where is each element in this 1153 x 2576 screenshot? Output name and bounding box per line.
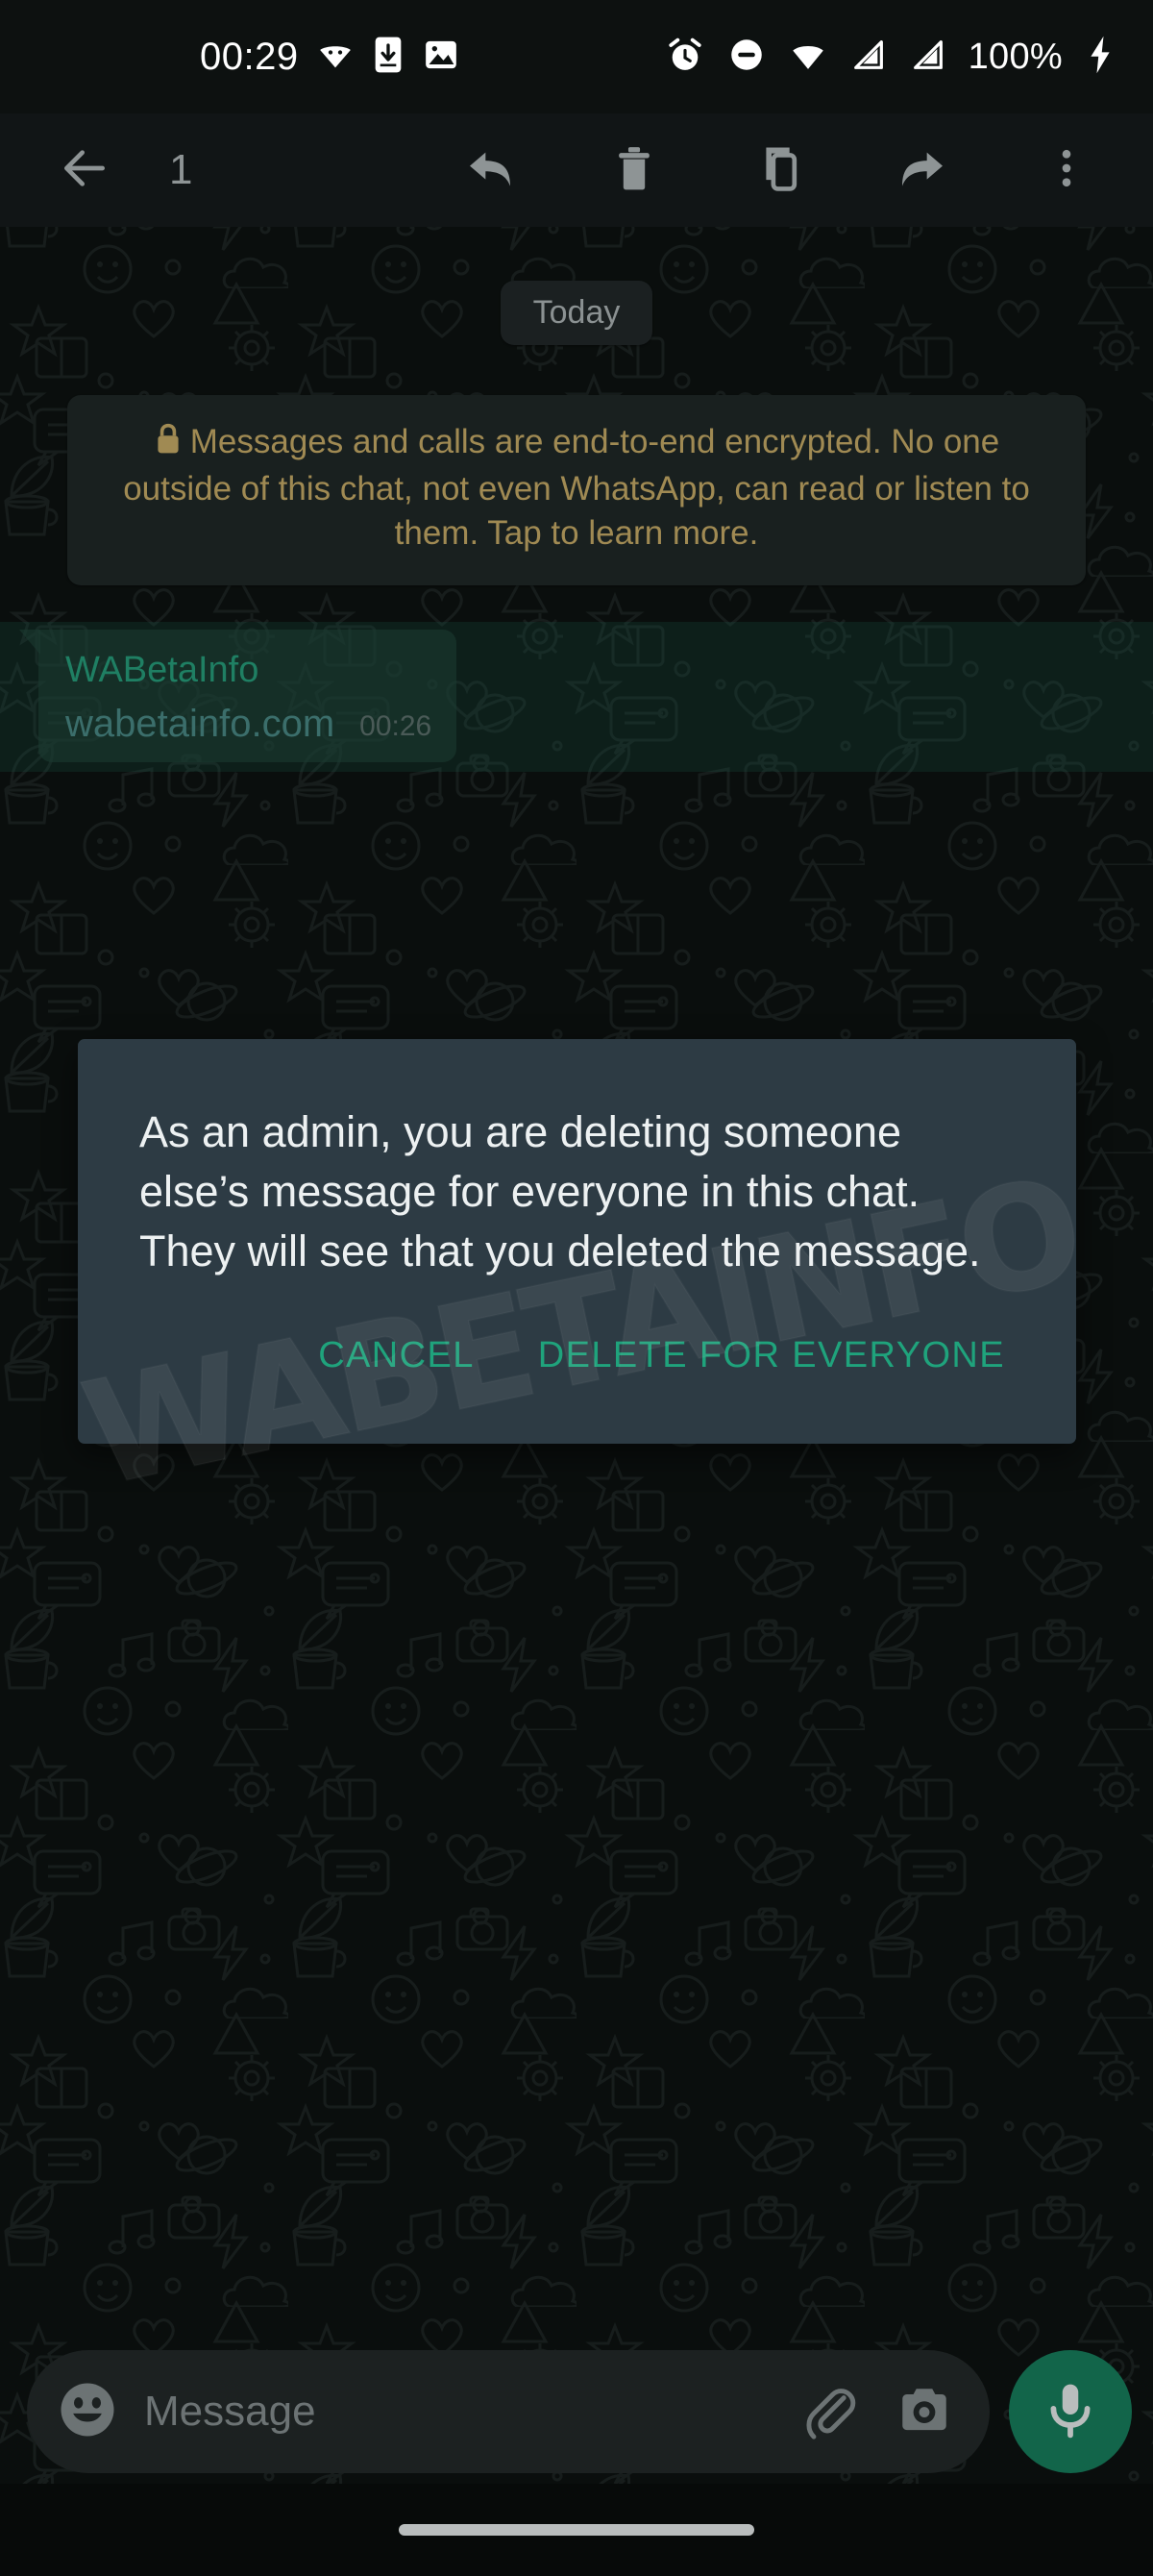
attach-button[interactable]	[794, 2375, 867, 2448]
delete-for-everyone-button[interactable]: DELETE FOR EVERYONE	[521, 1322, 1022, 1390]
selected-count-label: 1	[169, 146, 193, 193]
message-text[interactable]: wabetainfo.com	[65, 701, 334, 747]
phone-download-icon	[372, 36, 405, 79]
reply-arrow-icon	[463, 141, 517, 200]
forward-button[interactable]	[878, 126, 967, 214]
back-arrow-icon	[58, 141, 111, 200]
whatsapp-chat-screen: 00:29 100% 1 Today Messages and calls ar…	[0, 0, 1153, 2576]
encryption-notice[interactable]: Messages and calls are end-to-end encryp…	[67, 395, 1086, 585]
voice-record-button[interactable]	[1009, 2350, 1132, 2473]
day-divider-row: Today	[0, 281, 1153, 345]
emoji-smiley-icon	[56, 2378, 119, 2446]
more-vertical-icon	[1042, 143, 1092, 198]
camera-icon	[895, 2380, 954, 2444]
charging-bolt-icon	[1084, 35, 1116, 80]
gesture-home-pill[interactable]	[399, 2524, 754, 2536]
back-button[interactable]	[40, 126, 129, 214]
dialog-message: As an admin, you are deleting someone el…	[139, 1107, 981, 1276]
status-bar: 00:29 100%	[0, 0, 1153, 113]
message-composer	[0, 2340, 1153, 2484]
message-row-selected[interactable]: WABetaInfo wabetainfo.com 00:26	[0, 621, 1153, 773]
message-input[interactable]	[144, 2388, 773, 2436]
message-sender-name: WABetaInfo	[65, 649, 259, 690]
signal-sim1-icon	[849, 36, 888, 79]
message-content-line: wabetainfo.com 00:26	[65, 701, 431, 747]
encryption-notice-text: Messages and calls are end-to-end encryp…	[123, 423, 1030, 553]
reply-button[interactable]	[446, 126, 534, 214]
selection-action-bar: 1	[0, 113, 1153, 227]
android-wifi-debug-icon	[316, 36, 355, 79]
status-clock: 00:29	[200, 35, 299, 78]
wifi-icon	[788, 35, 828, 80]
forward-arrow-icon	[895, 141, 949, 200]
encryption-notice-row: Messages and calls are end-to-end encryp…	[0, 395, 1153, 585]
system-navigation-bar	[0, 2484, 1153, 2576]
delete-confirmation-dialog: As an admin, you are deleting someone el…	[78, 1039, 1076, 1445]
message-bubble-incoming[interactable]: WABetaInfo wabetainfo.com 00:26	[18, 629, 457, 763]
action-bar-buttons	[446, 126, 1111, 214]
emoji-button[interactable]	[52, 2376, 123, 2447]
copy-button[interactable]	[734, 126, 822, 214]
delete-button[interactable]	[590, 126, 678, 214]
status-bar-right: 100%	[665, 35, 1116, 80]
alarm-icon	[665, 35, 705, 80]
message-timestamp: 00:26	[359, 710, 432, 743]
trash-icon	[607, 141, 661, 200]
status-bar-left: 00:29	[200, 36, 460, 79]
image-icon	[422, 36, 460, 79]
signal-sim2-icon	[909, 36, 947, 79]
battery-percent-label: 100%	[968, 36, 1063, 77]
lock-icon	[154, 423, 183, 467]
overflow-menu-button[interactable]	[1022, 126, 1111, 214]
camera-button[interactable]	[888, 2375, 961, 2448]
day-divider-chip: Today	[500, 281, 653, 345]
cancel-button[interactable]: CANCEL	[301, 1322, 492, 1390]
microphone-icon	[1039, 2378, 1102, 2446]
paperclip-icon	[800, 2380, 860, 2444]
do-not-disturb-icon	[726, 35, 767, 80]
composer-input-pill[interactable]	[27, 2350, 990, 2473]
dialog-action-row: CANCEL DELETE FOR EVERYONE	[78, 1289, 1076, 1444]
copy-icon	[751, 141, 805, 200]
